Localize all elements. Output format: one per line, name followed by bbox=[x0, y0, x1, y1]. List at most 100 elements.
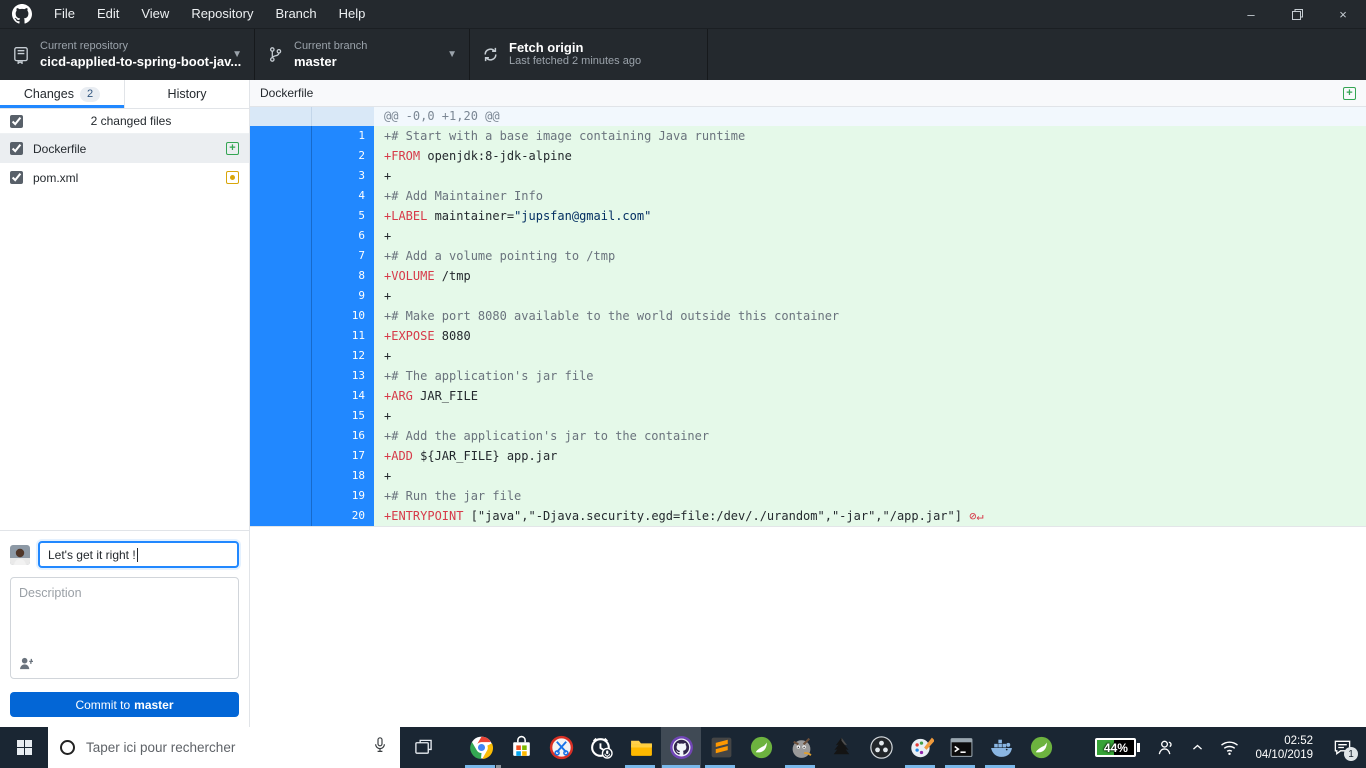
diff-gutter-old[interactable] bbox=[250, 226, 312, 246]
diff-gutter-new[interactable]: 15 bbox=[312, 406, 374, 426]
taskbar-app-github-desktop[interactable] bbox=[661, 727, 701, 768]
diff-gutter-old[interactable] bbox=[250, 346, 312, 366]
taskbar-search[interactable]: Taper ici pour rechercher bbox=[48, 727, 400, 768]
file-modified-icon bbox=[226, 171, 239, 184]
minimize-button[interactable]: – bbox=[1228, 0, 1274, 28]
restore-button[interactable] bbox=[1274, 0, 1320, 28]
diff-gutter-new[interactable]: 19 bbox=[312, 486, 374, 506]
diff-gutter-new[interactable]: 12 bbox=[312, 346, 374, 366]
task-view-button[interactable] bbox=[400, 727, 447, 768]
current-repository-dropdown[interactable]: Current repository cicd-applied-to-sprin… bbox=[0, 29, 255, 80]
diff-gutter-old[interactable] bbox=[250, 246, 312, 266]
diff-line-4: 4+# Add Maintainer Info bbox=[250, 186, 1366, 206]
taskbar-app-file-explorer[interactable] bbox=[621, 727, 661, 768]
diff-gutter-old[interactable] bbox=[250, 126, 312, 146]
taskbar-app-paint-app[interactable] bbox=[901, 727, 941, 768]
diff-line-6: 6+ bbox=[250, 226, 1366, 246]
diff-gutter-new[interactable]: 13 bbox=[312, 366, 374, 386]
taskbar-app-obs-studio[interactable] bbox=[861, 727, 901, 768]
diff-gutter-new[interactable]: 4 bbox=[312, 186, 374, 206]
diff-gutter-old[interactable] bbox=[250, 506, 312, 526]
action-center-button[interactable]: 1 bbox=[1321, 727, 1363, 768]
close-button[interactable]: × bbox=[1320, 0, 1366, 28]
menu-edit[interactable]: Edit bbox=[86, 0, 130, 28]
diff-gutter-new[interactable]: 6 bbox=[312, 226, 374, 246]
commit-description-input[interactable]: Description bbox=[10, 577, 239, 679]
taskbar-app-alarms-clock[interactable] bbox=[581, 727, 621, 768]
diff-gutter-old[interactable] bbox=[250, 446, 312, 466]
diff-gutter-old[interactable] bbox=[250, 486, 312, 506]
taskbar-app-spring[interactable] bbox=[741, 727, 781, 768]
diff-line-16: 16+# Add the application's jar to the co… bbox=[250, 426, 1366, 446]
diff-gutter-new[interactable]: 7 bbox=[312, 246, 374, 266]
diff-gutter-old[interactable] bbox=[250, 166, 312, 186]
diff-gutter-old[interactable] bbox=[250, 386, 312, 406]
taskbar-app-inkscape[interactable] bbox=[821, 727, 861, 768]
diff-gutter-new[interactable]: 3 bbox=[312, 166, 374, 186]
file-row-dockerfile[interactable]: Dockerfile+ bbox=[0, 134, 249, 163]
menu-branch[interactable]: Branch bbox=[264, 0, 327, 28]
diff-gutter-old[interactable] bbox=[250, 206, 312, 226]
battery-indicator[interactable]: 44% bbox=[1087, 727, 1148, 768]
menu-file[interactable]: File bbox=[43, 0, 86, 28]
sync-icon bbox=[482, 46, 499, 63]
fetch-origin-button[interactable]: Fetch origin Last fetched 2 minutes ago bbox=[470, 29, 708, 80]
diff-gutter-old[interactable] bbox=[250, 326, 312, 346]
diff-gutter-old[interactable] bbox=[250, 286, 312, 306]
diff-gutter-new[interactable]: 14 bbox=[312, 386, 374, 406]
diff-gutter-new[interactable]: 5 bbox=[312, 206, 374, 226]
diff-gutter-new[interactable]: 1 bbox=[312, 126, 374, 146]
wifi-button[interactable] bbox=[1212, 727, 1247, 768]
taskbar-app-spring-tool-suite[interactable] bbox=[1021, 727, 1061, 768]
changed-files-header: 2 changed files bbox=[0, 109, 249, 134]
text-cursor bbox=[137, 548, 138, 562]
diff-gutter-old[interactable] bbox=[250, 186, 312, 206]
taskbar-app-gimp[interactable] bbox=[781, 727, 821, 768]
diff-gutter-new[interactable]: 11 bbox=[312, 326, 374, 346]
avatar bbox=[10, 545, 30, 565]
diff-gutter-old[interactable] bbox=[250, 306, 312, 326]
taskbar-app-docker[interactable] bbox=[981, 727, 1021, 768]
tab-history[interactable]: History bbox=[125, 80, 249, 108]
diff-line-text: +# Add the application's jar to the cont… bbox=[374, 426, 1366, 446]
taskbar-app-command-prompt[interactable] bbox=[941, 727, 981, 768]
diff-gutter-new[interactable]: 20 bbox=[312, 506, 374, 526]
hunk-header-row: @@ -0,0 +1,20 @@ bbox=[250, 107, 1366, 126]
diff-gutter-new[interactable]: 18 bbox=[312, 466, 374, 486]
select-all-checkbox[interactable] bbox=[10, 115, 23, 128]
taskbar-app-snipping-tool[interactable] bbox=[541, 727, 581, 768]
add-coauthor-icon[interactable] bbox=[19, 657, 230, 670]
windows-logo-icon bbox=[17, 740, 32, 755]
commit-summary-input[interactable]: Let's get it right ! bbox=[38, 541, 239, 568]
diff-gutter-new[interactable]: 17 bbox=[312, 446, 374, 466]
include-file-checkbox[interactable] bbox=[10, 142, 23, 155]
diff-gutter-old[interactable] bbox=[250, 406, 312, 426]
clock[interactable]: 02:5204/10/2019 bbox=[1247, 727, 1321, 768]
taskbar-app-chrome[interactable] bbox=[461, 727, 501, 768]
menu-repository[interactable]: Repository bbox=[180, 0, 264, 28]
menu-help[interactable]: Help bbox=[328, 0, 377, 28]
diff-gutter-old[interactable] bbox=[250, 146, 312, 166]
diff-gutter-new[interactable]: 16 bbox=[312, 426, 374, 446]
diff-gutter-old[interactable] bbox=[250, 466, 312, 486]
diff-gutter-new[interactable]: 10 bbox=[312, 306, 374, 326]
diff-gutter-new[interactable]: 8 bbox=[312, 266, 374, 286]
people-button[interactable] bbox=[1148, 727, 1183, 768]
microphone-icon[interactable] bbox=[372, 736, 388, 759]
taskbar-app-sublime-text[interactable] bbox=[701, 727, 741, 768]
menu-view[interactable]: View bbox=[130, 0, 180, 28]
file-row-pom.xml[interactable]: pom.xml bbox=[0, 163, 249, 192]
diff-gutter-old[interactable] bbox=[250, 426, 312, 446]
tab-changes[interactable]: Changes 2 bbox=[0, 80, 125, 108]
start-button[interactable] bbox=[0, 727, 48, 768]
diff-gutter-new[interactable]: 2 bbox=[312, 146, 374, 166]
taskbar-app-microsoft-store[interactable] bbox=[501, 727, 541, 768]
file-added-icon: + bbox=[226, 142, 239, 155]
diff-gutter-old[interactable] bbox=[250, 266, 312, 286]
diff-gutter-new[interactable]: 9 bbox=[312, 286, 374, 306]
commit-button[interactable]: Commit to master bbox=[10, 692, 239, 717]
current-branch-dropdown[interactable]: Current branch master ▼ bbox=[255, 29, 470, 80]
diff-gutter-old[interactable] bbox=[250, 366, 312, 386]
include-file-checkbox[interactable] bbox=[10, 171, 23, 184]
show-hidden-icons-button[interactable] bbox=[1183, 727, 1212, 768]
